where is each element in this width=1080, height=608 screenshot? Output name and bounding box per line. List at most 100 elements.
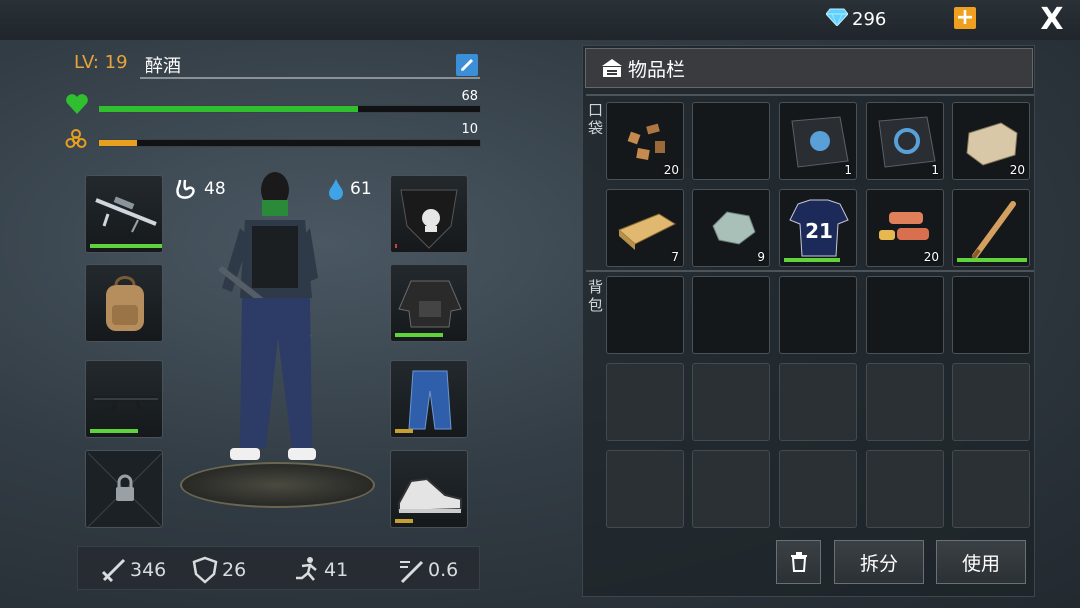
player-name: 醉酒 bbox=[145, 56, 181, 77]
item-count: 9 bbox=[757, 250, 765, 264]
divider bbox=[586, 270, 1034, 272]
inventory-slot[interactable] bbox=[692, 363, 770, 441]
health-bar bbox=[98, 105, 481, 113]
sniper-rifle-icon bbox=[95, 196, 157, 233]
equip-slot-armor[interactable] bbox=[390, 264, 468, 342]
divider bbox=[586, 94, 1034, 96]
durability-bar bbox=[90, 429, 138, 433]
inventory-slot[interactable] bbox=[692, 276, 770, 354]
item-count: 1 bbox=[844, 163, 852, 177]
defense-stat: 26 bbox=[192, 556, 246, 584]
attack-speed-stat: 0.6 bbox=[398, 556, 458, 584]
equip-slot-backpack[interactable] bbox=[85, 264, 163, 342]
lock-icon bbox=[87, 452, 163, 528]
split-button[interactable]: 拆分 bbox=[834, 540, 924, 584]
durability-bar bbox=[90, 244, 162, 248]
durability-bar bbox=[784, 258, 840, 262]
diamond-icon bbox=[825, 8, 849, 31]
inventory-slot[interactable] bbox=[952, 363, 1030, 441]
item-count: 7 bbox=[671, 250, 679, 264]
inventory-slot[interactable] bbox=[606, 450, 684, 528]
sneaker-icon bbox=[398, 477, 462, 513]
durability-bar bbox=[395, 333, 443, 337]
sword-icon bbox=[101, 558, 126, 582]
health-bar-fill bbox=[99, 106, 359, 112]
edit-name-button[interactable] bbox=[456, 54, 478, 76]
equip-slot-mask[interactable] bbox=[390, 175, 468, 253]
equip-slot-locked bbox=[85, 450, 163, 528]
defense-value: 26 bbox=[222, 559, 247, 581]
delete-button[interactable] bbox=[776, 540, 821, 584]
inventory-slot[interactable]: 20 bbox=[866, 189, 944, 267]
equip-slot-primary-weapon[interactable] bbox=[85, 175, 163, 253]
item-count: 20 bbox=[663, 163, 679, 177]
inventory-slot[interactable] bbox=[952, 276, 1030, 354]
stomach-icon bbox=[176, 179, 195, 199]
inventory-slot[interactable] bbox=[866, 363, 944, 441]
plus-icon: + bbox=[955, 5, 975, 30]
attack-speed-value: 0.6 bbox=[428, 559, 459, 581]
equip-slot-pants[interactable] bbox=[390, 360, 468, 438]
inventory-slot[interactable] bbox=[779, 450, 857, 528]
inventory-slot[interactable] bbox=[692, 102, 770, 180]
close-button[interactable]: X bbox=[1038, 4, 1066, 36]
inventory-slot[interactable] bbox=[606, 363, 684, 441]
inventory-slot[interactable]: 21 bbox=[779, 189, 857, 267]
inventory-slot[interactable] bbox=[692, 450, 770, 528]
inventory-title-bar: 物品栏 bbox=[585, 48, 1033, 88]
add-gems-button[interactable]: + bbox=[954, 7, 976, 29]
inventory-slot[interactable]: 9 bbox=[692, 189, 770, 267]
inventory-slot[interactable] bbox=[952, 189, 1030, 267]
durability-bar bbox=[957, 258, 1027, 262]
inventory-slot[interactable]: 1 bbox=[779, 102, 857, 180]
gem-count: 296 bbox=[852, 9, 887, 30]
pencil-icon bbox=[460, 58, 474, 72]
inventory-slot[interactable] bbox=[866, 450, 944, 528]
speed-stat: 41 bbox=[292, 556, 348, 584]
radiation-value: 10 bbox=[461, 122, 478, 137]
inventory-slot[interactable] bbox=[866, 276, 944, 354]
biohazard-icon bbox=[64, 128, 88, 156]
inventory-slot[interactable]: 20 bbox=[952, 102, 1030, 180]
backpack-label: 背包 bbox=[588, 278, 604, 314]
item-count: 20 bbox=[923, 250, 939, 264]
shield-icon bbox=[192, 556, 218, 584]
radiation-bar-fill bbox=[99, 140, 138, 146]
radiation-bar bbox=[98, 139, 481, 147]
running-man-icon bbox=[296, 557, 317, 581]
equip-slot-secondary-weapon[interactable] bbox=[85, 360, 163, 438]
inventory-slot[interactable] bbox=[606, 276, 684, 354]
inventory-title: 物品栏 bbox=[628, 58, 686, 81]
inventory-slot[interactable]: 7 bbox=[606, 189, 684, 267]
heart-icon bbox=[65, 93, 89, 119]
baseball-bat-icon bbox=[971, 201, 1016, 260]
item-count: 20 bbox=[1009, 163, 1025, 177]
jersey-icon: 21 bbox=[789, 199, 849, 257]
jeans-icon bbox=[408, 370, 452, 430]
durability-bar bbox=[395, 429, 413, 433]
pocket-label: 口袋 bbox=[588, 101, 604, 137]
trash-icon bbox=[790, 552, 807, 572]
name-underline bbox=[140, 77, 480, 79]
player-character bbox=[218, 172, 318, 460]
inventory-slot[interactable]: 20 bbox=[606, 102, 684, 180]
durability-bar bbox=[395, 519, 413, 523]
use-button[interactable]: 使用 bbox=[936, 540, 1026, 584]
equip-slot-shoes[interactable] bbox=[390, 450, 468, 528]
attack-value: 346 bbox=[130, 559, 167, 581]
tactical-vest-icon bbox=[398, 280, 462, 328]
durability-bar bbox=[395, 244, 397, 248]
player-level: LV: 19 bbox=[74, 52, 128, 73]
attack-stat: 346 bbox=[100, 558, 166, 582]
inventory-slot[interactable] bbox=[952, 450, 1030, 528]
gem-counter: 296 bbox=[825, 8, 887, 31]
inventory-slot[interactable]: 1 bbox=[866, 102, 944, 180]
health-value: 68 bbox=[461, 89, 478, 104]
jersey-number: 21 bbox=[805, 219, 833, 243]
inventory-slot[interactable] bbox=[779, 276, 857, 354]
machine-gun-icon bbox=[94, 396, 158, 414]
skull-bandana-icon bbox=[400, 189, 458, 249]
inventory-slot[interactable] bbox=[779, 363, 857, 441]
water-value: 61 bbox=[350, 179, 372, 199]
storage-icon bbox=[602, 59, 622, 77]
